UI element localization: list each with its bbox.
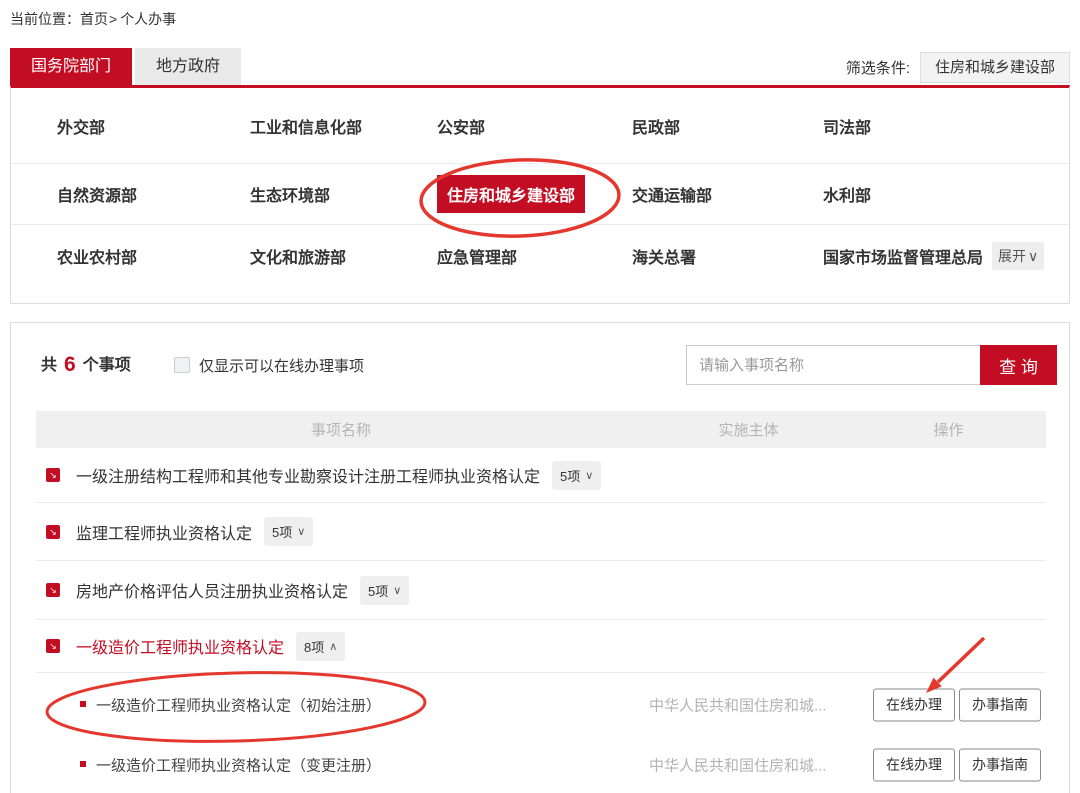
department-tabbar: 国务院部门 地方政府 <box>10 48 241 85</box>
items-table: 事项名称 实施主体 操作 ↘ 一级注册结构工程师和其他专业勘察设计注册工程师执业… <box>36 411 1046 793</box>
ministry-nongyenongcunbu[interactable]: 农业农村部 <box>57 244 250 268</box>
implementing-body: 中华人民共和国住房和城... <box>649 755 827 776</box>
ministry-sifabu[interactable]: 司法部 <box>823 114 1069 138</box>
ministry-yingjiguanlibu[interactable]: 应急管理部 <box>437 244 632 268</box>
chevron-up-icon: ∧ <box>329 640 337 653</box>
online-only-filter[interactable]: 仅显示可以在线办理事项 <box>174 345 364 385</box>
total-prefix: 共 <box>41 357 57 374</box>
selected-ministry-highlight[interactable]: 住房和城乡建设部 <box>437 175 585 213</box>
ministry-gongxinbu[interactable]: 工业和信息化部 <box>250 114 437 138</box>
tab-label: 地方政府 <box>156 58 220 75</box>
item-arrow-icon: ↘ <box>46 639 60 653</box>
ministry-shuilibu[interactable]: 水利部 <box>823 182 1069 206</box>
total-count: 6 <box>64 353 76 376</box>
item-name[interactable]: 监理工程师执业资格认定 <box>76 520 252 544</box>
ministry-shichangjianguanzongju[interactable]: 国家市场监督管理总局 <box>823 244 983 268</box>
ministry-minzhengbu[interactable]: 民政部 <box>632 114 823 138</box>
item-arrow-icon: ↘ <box>46 468 60 482</box>
item-arrow-icon: ↘ <box>46 525 60 539</box>
ministry-haiguanzongshu[interactable]: 海关总署 <box>632 244 823 268</box>
service-guide-button[interactable]: 办事指南 <box>959 688 1041 721</box>
page: 当前位置：首页>个人办事 国务院部门 地方政府 筛选条件: 住房和城乡建设部 外… <box>0 0 1080 793</box>
item-count-badge[interactable]: 5项 ∨ <box>360 576 409 605</box>
chevron-down-icon: ∨ <box>393 584 401 597</box>
online-handle-button[interactable]: 在线办理 <box>873 749 955 782</box>
item-arrow-icon: ↘ <box>46 583 60 597</box>
sub-item-row: 一级造价工程师执业资格认定（变更注册） 中华人民共和国住房和城... 在线办理 … <box>36 736 1046 793</box>
ministry-jiaotongyunshubu[interactable]: 交通运输部 <box>632 182 823 206</box>
breadcrumb-home-link[interactable]: 首页 <box>80 9 108 29</box>
breadcrumb: 当前位置：首页>个人办事 <box>10 9 176 29</box>
ministry-row: 农业农村部 文化和旅游部 应急管理部 海关总署 国家市场监督管理总局 展开∨ <box>11 225 1069 287</box>
item-name[interactable]: 一级注册结构工程师和其他专业勘察设计注册工程师执业资格认定 <box>76 463 540 487</box>
header-implementing-body: 实施主体 <box>646 419 851 440</box>
header-item-name: 事项名称 <box>36 419 646 440</box>
implementing-body: 中华人民共和国住房和城... <box>649 694 827 715</box>
ministry-waijiaobu[interactable]: 外交部 <box>57 114 250 138</box>
filter-bar: 筛选条件: 住房和城乡建设部 <box>846 51 1070 83</box>
table-row[interactable]: ↘ 监理工程师执业资格认定 5项 ∨ <box>36 503 1046 561</box>
ministry-shengtaihuanjingbu[interactable]: 生态环境部 <box>250 182 437 206</box>
online-only-label: 仅显示可以在线办理事项 <box>199 355 364 376</box>
search-input[interactable] <box>686 345 981 385</box>
chevron-down-icon: ∨ <box>585 469 593 482</box>
tab-state-council-departments[interactable]: 国务院部门 <box>10 48 132 85</box>
header-operation: 操作 <box>851 419 1046 440</box>
ministry-row: 自然资源部 生态环境部 住房和城乡建设部 交通运输部 水利部 <box>11 164 1069 225</box>
sub-item-name[interactable]: 一级造价工程师执业资格认定（变更注册） <box>96 755 381 776</box>
ministry-wenhualvyoubu[interactable]: 文化和旅游部 <box>250 244 437 268</box>
ministry-zhufangchengxiangjianshebu-selected[interactable]: 住房和城乡建设部 <box>437 175 632 213</box>
ministry-row: 外交部 工业和信息化部 公安部 民政部 司法部 <box>11 88 1069 164</box>
ministry-ziranziyuanbu[interactable]: 自然资源部 <box>57 182 250 206</box>
chevron-down-icon: ∨ <box>297 525 305 538</box>
table-header: 事项名称 实施主体 操作 <box>36 411 1046 448</box>
items-panel: 共6 个事项 仅显示可以在线办理事项 查 询 事项名称 实施主体 操作 ↘ 一级注… <box>10 322 1070 793</box>
breadcrumb-current: 个人办事 <box>120 9 176 29</box>
online-handle-button[interactable]: 在线办理 <box>873 688 955 721</box>
count-label: 5项 <box>272 522 292 541</box>
table-row-expanded[interactable]: ↘ 一级造价工程师执业资格认定 8项 ∧ <box>36 620 1046 673</box>
breadcrumb-label: 当前位置： <box>10 9 80 29</box>
total-count-text: 共6 个事项 <box>41 345 131 385</box>
table-row[interactable]: ↘ 一级注册结构工程师和其他专业勘察设计注册工程师执业资格认定 5项 ∨ <box>36 448 1046 503</box>
bullet-icon <box>80 761 86 767</box>
search-button[interactable]: 查 询 <box>980 345 1057 385</box>
filter-label: 筛选条件: <box>846 57 910 78</box>
online-only-checkbox[interactable] <box>174 357 190 373</box>
sub-item-row: 一级造价工程师执业资格认定（初始注册） 中华人民共和国住房和城... 在线办理 … <box>36 673 1046 736</box>
count-label: 5项 <box>560 466 580 485</box>
item-count-badge[interactable]: 5项 ∨ <box>552 461 601 490</box>
item-count-badge[interactable]: 8项 ∧ <box>296 632 345 661</box>
ministries-panel: 外交部 工业和信息化部 公安部 民政部 司法部 自然资源部 生态环境部 住房和城… <box>10 85 1070 304</box>
expand-button[interactable]: 展开∨ <box>992 242 1044 270</box>
filter-value-button[interactable]: 住房和城乡建设部 <box>920 52 1070 83</box>
item-count-badge[interactable]: 5项 ∨ <box>264 517 313 546</box>
count-label: 5项 <box>368 581 388 600</box>
tab-local-government[interactable]: 地方政府 <box>135 48 241 85</box>
sub-item-name[interactable]: 一级造价工程师执业资格认定（初始注册） <box>96 694 381 715</box>
ministry-gonganbu[interactable]: 公安部 <box>437 114 632 138</box>
count-label: 8项 <box>304 637 324 656</box>
chevron-down-icon: ∨ <box>1028 248 1038 265</box>
breadcrumb-separator: > <box>109 11 117 27</box>
item-name[interactable]: 一级造价工程师执业资格认定 <box>76 634 284 658</box>
ministry-last-cell: 国家市场监督管理总局 展开∨ <box>823 242 1069 270</box>
bullet-icon <box>80 701 86 707</box>
item-name[interactable]: 房地产价格评估人员注册执业资格认定 <box>76 578 348 602</box>
tab-label: 国务院部门 <box>31 58 111 75</box>
items-toolbar: 共6 个事项 仅显示可以在线办理事项 查 询 <box>11 345 1069 385</box>
table-row[interactable]: ↘ 房地产价格评估人员注册执业资格认定 5项 ∨ <box>36 561 1046 620</box>
service-guide-button[interactable]: 办事指南 <box>959 749 1041 782</box>
expand-label: 展开 <box>998 246 1026 266</box>
total-suffix: 个事项 <box>83 357 131 374</box>
